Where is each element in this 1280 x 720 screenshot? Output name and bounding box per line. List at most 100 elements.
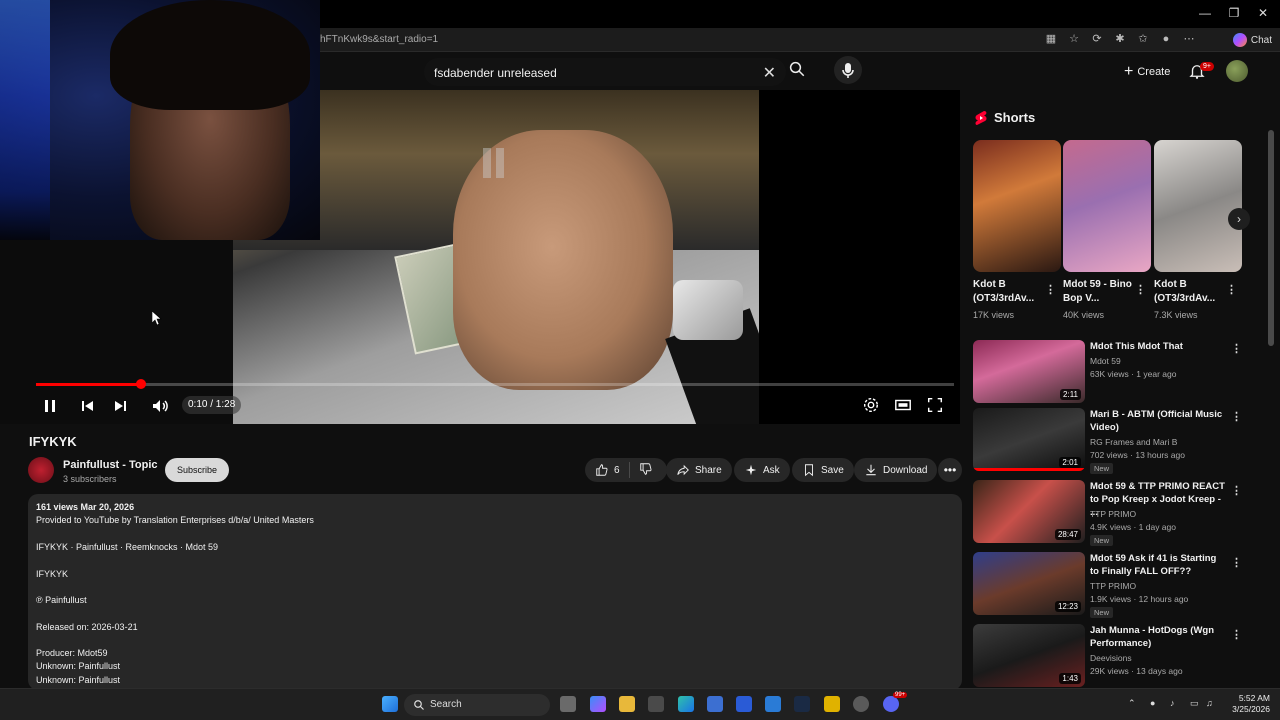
restore-icon[interactable]: ❐ [1227,6,1241,20]
recommended-meta: 29K views · 13 days ago [1090,666,1183,676]
recommended-channel[interactable]: Deevisions [1090,653,1132,663]
recommended-title[interactable]: Mari B - ABTM (Official Music Video) [1090,408,1225,434]
taskbar-search[interactable]: Search [404,694,550,716]
chrome-icon[interactable] [853,696,869,712]
duration-badge: 12:23 [1054,601,1081,612]
video-thumbnail[interactable]: 28:47 [973,480,1085,543]
refresh-icon[interactable]: ⟳ [1090,32,1104,46]
mail-icon[interactable] [765,696,781,712]
app-icon[interactable]: ▦ [1044,32,1058,46]
editor-app-icon[interactable] [736,696,752,712]
recommended-channel[interactable]: Mdot 59 [1090,356,1121,366]
more-vertical-icon[interactable]: ⋮ [1135,283,1146,296]
share-button[interactable]: Share [666,458,732,482]
more-vertical-icon[interactable]: ⋮ [1045,283,1056,296]
dislike-button[interactable] [639,462,653,479]
settings-gear-icon[interactable] [862,396,882,416]
copilot-app-icon[interactable] [590,696,606,712]
recommended-video[interactable]: 2:01 Mari B - ABTM (Official Music Video… [973,408,1263,474]
clear-search-icon[interactable]: ✕ [763,63,776,83]
new-badge: New [1090,607,1114,618]
more-vertical-icon[interactable]: ⋮ [1231,342,1242,355]
ask-button[interactable]: Ask [734,458,790,482]
channel-avatar[interactable] [28,457,54,483]
profile-icon[interactable]: ● [1159,32,1173,46]
user-avatar[interactable] [1226,60,1248,82]
more-vertical-icon[interactable]: ⋮ [1231,410,1242,423]
recommended-video[interactable]: 1:43 Jah Munna - HotDogs (Wgn Performanc… [973,624,1263,688]
progress-bar[interactable] [36,379,954,389]
theater-mode-icon[interactable] [894,396,914,416]
search-icon[interactable] [788,60,816,84]
short-thumbnail[interactable] [1063,140,1151,272]
pause-icon[interactable] [40,396,60,416]
create-button[interactable]: + Create [1116,60,1178,84]
page-scrollbar[interactable] [1268,90,1274,686]
chevron-up-icon[interactable]: ⌃ [1128,698,1140,710]
more-vertical-icon[interactable]: ⋮ [1226,283,1237,296]
more-options-icon[interactable]: ⋯ [1182,32,1196,46]
save-button[interactable]: Save [792,458,854,482]
favorite-star-icon[interactable]: ☆ [1067,32,1081,46]
rockstar-icon[interactable] [824,696,840,712]
recommended-channel[interactable]: TTP PRIMO [1090,581,1136,591]
search-input[interactable]: fsdabender unreleased ✕ [424,58,786,86]
recommended-channel[interactable]: TTP PRIMO [1090,509,1136,519]
video-thumbnail[interactable]: 12:23 [973,552,1085,615]
recommended-title[interactable]: Mdot This Mdot That [1090,340,1225,353]
microphone-icon[interactable] [834,56,862,84]
short-thumbnail[interactable] [1154,140,1242,272]
more-vertical-icon[interactable]: ⋮ [1231,484,1242,497]
recommended-video[interactable]: 12:23 Mdot 59 Ask if 41 is Starting to F… [973,552,1263,618]
edge-browser-icon[interactable] [678,696,694,712]
short-title[interactable]: Mdot 59 - Bino Bop V... [1063,278,1135,306]
subscribe-button[interactable]: Subscribe [165,458,229,482]
tray-app-icon[interactable]: ● [1150,698,1162,710]
video-thumbnail[interactable]: 2:01 [973,408,1085,471]
recommended-video[interactable]: 2:11 Mdot This Mdot That Mdot 59 63K vie… [973,340,1263,404]
file-explorer-icon[interactable] [619,696,635,712]
short-title[interactable]: Kdot B (OT3/3rdAv... [1154,278,1226,306]
download-button[interactable]: Download [854,458,938,482]
display-icon[interactable]: ▭ [1190,698,1202,710]
url-field[interactable]: hFTnKwk9s&start_radio=1 [320,34,438,45]
task-view-icon[interactable] [560,696,576,712]
next-icon[interactable] [110,396,130,416]
favorites-icon[interactable]: ✩ [1136,32,1150,46]
description-box[interactable]: 161 views Mar 20, 2026 Provided to YouTu… [28,494,962,690]
short-thumbnail[interactable] [973,140,1061,272]
channel-name[interactable]: Painfullust - Topic [63,459,158,471]
speaker-icon[interactable]: ♫ [1206,698,1218,710]
steam-icon[interactable] [794,696,810,712]
video-thumbnail[interactable]: 2:11 [973,340,1085,403]
extensions-icon[interactable]: ✱ [1113,32,1127,46]
more-vertical-icon[interactable]: ⋮ [1231,556,1242,569]
recommended-title[interactable]: Jah Munna - HotDogs (Wgn Performance) [1090,624,1225,650]
recommended-video[interactable]: 28:47 Mdot 59 & TTP PRIMO REACT to Pop K… [973,480,1263,546]
copilot-chat-button[interactable]: Chat [1232,32,1272,48]
clock[interactable]: 5:52 AM 3/25/2026 [1228,693,1270,715]
windows-start-icon[interactable] [382,696,398,712]
recommended-channel[interactable]: RG Frames and Mari B [1090,437,1177,447]
volume-icon[interactable] [150,396,170,416]
close-window-icon[interactable]: ✕ [1256,6,1270,20]
discord-icon[interactable] [883,696,899,712]
video-thumbnail[interactable]: 1:43 [973,624,1085,687]
download-label: Download [883,464,928,476]
more-vertical-icon[interactable]: ⋮ [1231,628,1242,641]
short-title[interactable]: Kdot B (OT3/3rdAv... [973,278,1045,306]
microphone-tray-icon[interactable]: ♪ [1170,698,1182,710]
store-icon[interactable] [707,696,723,712]
settings-app-icon[interactable] [648,696,664,712]
more-actions-button[interactable]: ••• [938,458,962,482]
progress-scrubber[interactable] [135,379,146,389]
recommended-title[interactable]: Mdot 59 Ask if 41 is Starting to Finally… [1090,552,1225,578]
chevron-right-icon[interactable]: › [1228,208,1250,230]
scrollbar-thumb[interactable] [1268,130,1274,346]
fullscreen-icon[interactable] [926,396,946,416]
mouse-cursor-icon [151,310,162,326]
taskbar-search-label: Search [430,699,462,710]
like-button[interactable]: 6 [595,463,620,477]
previous-icon[interactable] [78,396,98,416]
minimize-icon[interactable]: — [1198,6,1212,20]
